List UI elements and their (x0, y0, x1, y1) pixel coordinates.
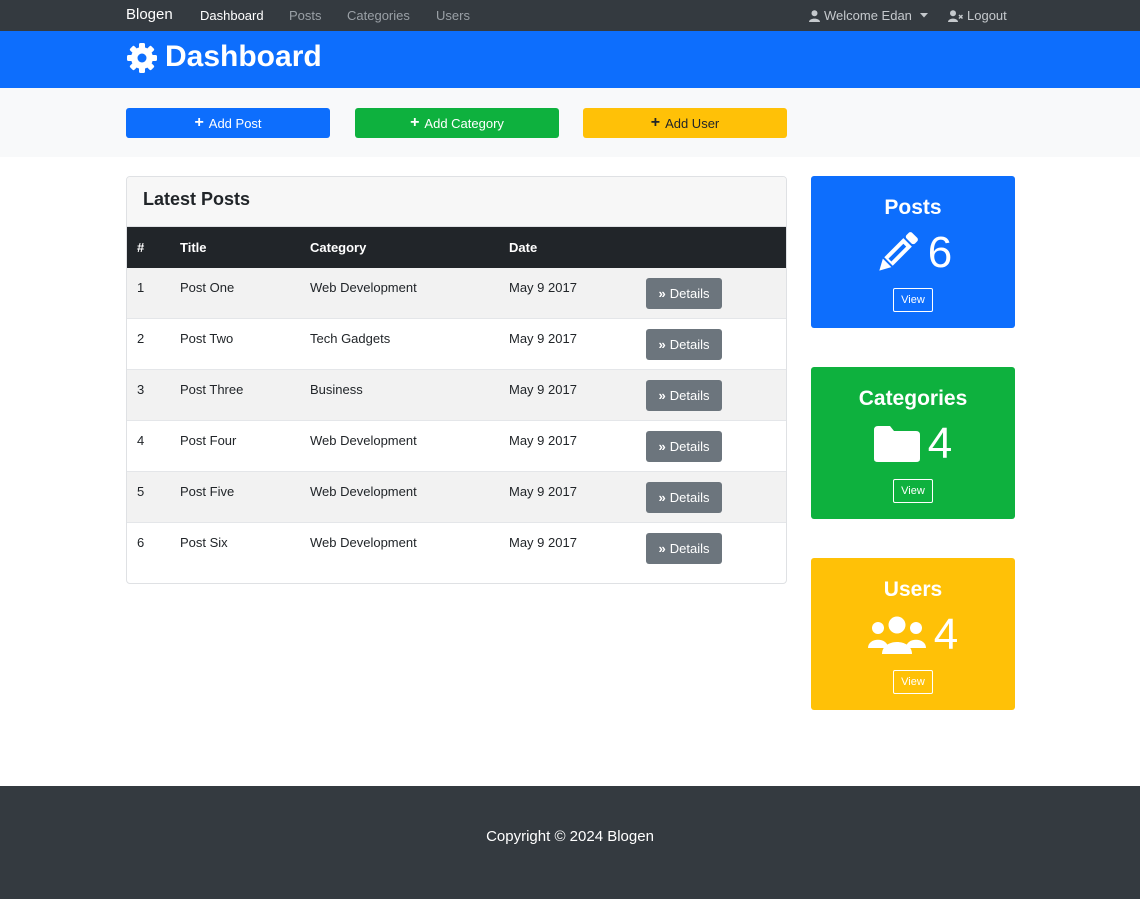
view-users-button[interactable]: View (893, 670, 933, 694)
nav-link-posts[interactable]: Posts (289, 8, 322, 23)
card-header: Latest Posts (127, 177, 786, 227)
details-label: Details (669, 541, 710, 556)
user-icon (809, 9, 820, 22)
add-user-label: Add User (665, 115, 720, 131)
add-category-button[interactable]: + Add Category (355, 108, 559, 138)
welcome-label: Welcome Edan (824, 8, 912, 23)
angle-double-right-icon: » (658, 337, 666, 352)
plus-icon: + (194, 114, 204, 131)
row-date: May 9 2017 (509, 484, 577, 499)
plus-icon: + (650, 114, 661, 131)
details-label: Details (669, 388, 710, 403)
stat-count: 6 (927, 228, 953, 277)
details-button[interactable]: » Details (646, 482, 722, 513)
users-stat-card: Users 4 View (811, 558, 1015, 710)
users-icon (867, 616, 926, 654)
caret-down-icon (919, 13, 928, 18)
view-posts-button[interactable]: View (893, 288, 933, 312)
nav-link-categories[interactable]: Categories (347, 8, 410, 23)
stat-count: 4 (933, 610, 959, 659)
row-category: Tech Gadgets (310, 331, 391, 346)
column-header-title: Title (180, 240, 207, 255)
card-title: Latest Posts (143, 189, 251, 209)
row-number: 3 (137, 382, 145, 397)
row-category: Web Development (310, 280, 417, 295)
page-title: Dashboard (165, 40, 322, 73)
details-button[interactable]: » Details (646, 380, 722, 411)
details-label: Details (669, 286, 710, 301)
angle-double-right-icon: » (658, 541, 666, 556)
table-row: 3 Post Three Business May 9 2017 » Detai… (127, 370, 786, 421)
column-header-number: # (137, 240, 145, 255)
column-header-category: Category (310, 240, 367, 255)
row-date: May 9 2017 (509, 331, 577, 346)
row-number: 6 (137, 535, 145, 550)
logout-label: Logout (967, 8, 1007, 23)
nav-link-users[interactable]: Users (436, 8, 470, 23)
row-title: Post Six (180, 535, 228, 550)
plus-icon: + (410, 114, 420, 131)
row-number: 1 (137, 280, 145, 295)
angle-double-right-icon: » (658, 388, 666, 403)
angle-double-right-icon: » (658, 490, 666, 505)
angle-double-right-icon: » (658, 286, 666, 301)
row-date: May 9 2017 (509, 280, 577, 295)
row-category: Web Development (310, 433, 417, 448)
stat-count: 4 (927, 419, 953, 468)
row-number: 4 (137, 433, 145, 448)
row-date: May 9 2017 (509, 535, 577, 550)
nav-link-dashboard[interactable]: Dashboard (200, 8, 264, 23)
brand-logo[interactable]: Blogen (126, 6, 173, 23)
folder-icon (873, 426, 920, 462)
logout-link[interactable]: Logout (948, 8, 1007, 23)
details-label: Details (669, 439, 710, 454)
table-row: 2 Post Two Tech Gadgets May 9 2017 » Det… (127, 319, 786, 370)
row-category: Business (310, 382, 363, 397)
gear-icon (127, 43, 157, 73)
add-user-button[interactable]: + Add User (583, 108, 787, 138)
add-post-label: Add Post (208, 115, 262, 131)
details-button[interactable]: » Details (646, 533, 722, 564)
user-times-icon (948, 9, 963, 22)
add-category-label: Add Category (424, 115, 504, 131)
latest-posts-card: Latest Posts # Title Category Date 1 Pos… (126, 176, 787, 584)
row-number: 2 (137, 331, 145, 346)
table-header: # Title Category Date (127, 227, 786, 268)
view-categories-button[interactable]: View (893, 479, 933, 503)
add-post-button[interactable]: + Add Post (126, 108, 330, 138)
row-title: Post One (180, 280, 235, 295)
row-category: Web Development (310, 535, 417, 550)
details-button[interactable]: » Details (646, 431, 722, 462)
row-number: 5 (137, 484, 145, 499)
details-label: Details (669, 490, 710, 505)
row-title: Post Four (180, 433, 237, 448)
details-label: Details (669, 337, 710, 352)
row-title: Post Two (180, 331, 234, 346)
stat-title: Categories (858, 387, 968, 410)
stat-title: Users (883, 578, 943, 601)
row-title: Post Three (180, 382, 244, 397)
table-row: 1 Post One Web Development May 9 2017 » … (127, 268, 786, 319)
details-button[interactable]: » Details (646, 278, 722, 309)
column-header-date: Date (509, 240, 538, 255)
table-row: 5 Post Five Web Development May 9 2017 »… (127, 472, 786, 523)
stat-title: Posts (884, 196, 942, 219)
row-date: May 9 2017 (509, 433, 577, 448)
posts-stat-card: Posts 6 View (811, 176, 1015, 328)
table-row: 4 Post Four Web Development May 9 2017 »… (127, 421, 786, 472)
pencil-icon (879, 232, 918, 271)
top-navbar: Blogen Dashboard Posts Categories Users … (0, 0, 1140, 31)
row-title: Post Five (180, 484, 235, 499)
copyright-text: Copyright © 2024 Blogen (486, 828, 654, 845)
categories-stat-card: Categories 4 View (811, 367, 1015, 519)
welcome-dropdown[interactable]: Welcome Edan (809, 8, 928, 23)
footer: Copyright © 2024 Blogen (0, 786, 1140, 899)
page-header: Dashboard (0, 31, 1140, 88)
action-bar: + Add Post + Add Category + Add User (0, 88, 1140, 157)
table-row: 6 Post Six Web Development May 9 2017 » … (127, 523, 786, 574)
row-date: May 9 2017 (509, 382, 577, 397)
row-category: Web Development (310, 484, 417, 499)
details-button[interactable]: » Details (646, 329, 722, 360)
angle-double-right-icon: » (658, 439, 666, 454)
